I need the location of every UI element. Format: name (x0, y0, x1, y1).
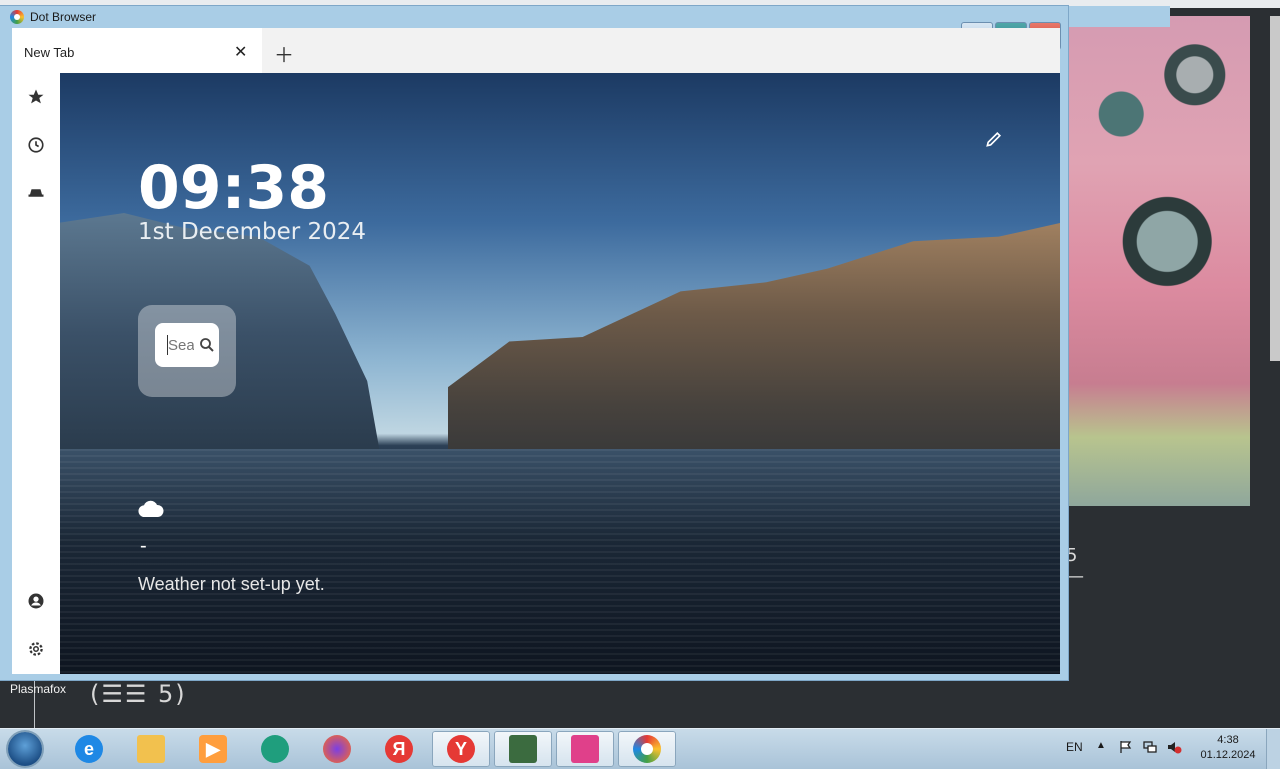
yandex-icon: Я (385, 735, 413, 763)
taskbar-explorer[interactable] (122, 731, 180, 767)
volume-muted-icon[interactable] (1166, 739, 1182, 755)
ie-icon: e (75, 735, 103, 763)
window-title: Dot Browser (30, 10, 97, 24)
clock-time: 4:38 (1217, 734, 1239, 746)
background-cliff-right (448, 223, 1060, 451)
firefox-icon (323, 735, 351, 763)
background-text: 5 — (1066, 545, 1084, 587)
clock-date: 1st December 2024 (138, 219, 367, 245)
network-icon[interactable] (1142, 739, 1158, 755)
clock-time: 09:38 (138, 153, 329, 223)
media-player-icon: ▶ (199, 735, 227, 763)
tab-label: New Tab (24, 45, 75, 60)
language-indicator[interactable]: EN (1066, 740, 1083, 754)
explorer-icon (137, 735, 165, 763)
taskbar-ie[interactable]: e (60, 731, 118, 767)
search-widget (138, 305, 236, 397)
taskbar-yandex-browser[interactable]: Y (432, 731, 490, 767)
incognito-icon[interactable] (26, 183, 46, 203)
globe-app-icon (261, 735, 289, 763)
search-icon[interactable] (198, 336, 216, 354)
browser-inner: New Tab ✕ ＋ 09:38 1st December 2024 Sear… (12, 28, 1060, 674)
dot-browser-icon (10, 10, 24, 24)
tab-bar: New Tab ✕ ＋ (12, 28, 1060, 73)
new-tab-page: 09:38 1st December 2024 - Weather not se… (60, 73, 1060, 674)
system-clock[interactable]: 4:38 01.12.2024 (1196, 733, 1260, 763)
taskbar-dot-browser[interactable] (618, 731, 676, 767)
taskbar: e ▶ Я Y EN ▲ 4:38 01.12.2024 (0, 728, 1280, 769)
system-tray (1118, 739, 1182, 755)
taskbar-firefox[interactable] (308, 731, 366, 767)
account-icon[interactable] (26, 591, 46, 611)
tray-expand-icon[interactable]: ▲ (1096, 740, 1106, 751)
desktop-label[interactable]: Plasmafox (10, 682, 66, 696)
background-artwork (1066, 16, 1250, 506)
dot-browser-icon (633, 735, 661, 763)
background-window[interactable] (1066, 16, 1250, 506)
desktop-widget-icon[interactable]: (☰☰ 5) (90, 680, 187, 708)
search-input[interactable] (167, 335, 194, 355)
settings-icon[interactable] (26, 639, 46, 659)
new-tab-button[interactable]: ＋ (274, 39, 294, 68)
browser-window: Dot Browser — □ ✕ New Tab ✕ ＋ (0, 6, 1068, 680)
sidebar (12, 73, 60, 674)
titlebar[interactable]: Dot Browser (0, 6, 1068, 28)
background-sea (60, 449, 1060, 674)
background-window-edge (1270, 16, 1280, 361)
edit-icon[interactable] (984, 129, 1004, 149)
titlebar-extension (1068, 6, 1170, 27)
star-icon[interactable] (26, 87, 46, 107)
taskbar-globe-app[interactable] (246, 731, 304, 767)
taskbar-terminal[interactable] (494, 731, 552, 767)
taskbar-pink-app[interactable] (556, 731, 614, 767)
weather-value: - (140, 535, 147, 557)
weather-status: Weather not set-up yet. (138, 574, 325, 594)
history-icon[interactable] (26, 135, 46, 155)
flag-icon[interactable] (1118, 739, 1134, 755)
clock-date: 01.12.2024 (1200, 749, 1256, 761)
terminal-icon (509, 735, 537, 763)
tab-new-tab[interactable]: New Tab ✕ (12, 28, 262, 73)
cloud-icon (138, 500, 164, 517)
search-box (155, 323, 219, 367)
start-button[interactable] (8, 732, 42, 766)
yandex-browser-icon: Y (447, 735, 475, 763)
show-desktop-button[interactable] (1266, 729, 1280, 769)
taskbar-yandex[interactable]: Я (370, 731, 428, 767)
taskbar-media-player[interactable]: ▶ (184, 731, 242, 767)
pink-app-icon (571, 735, 599, 763)
tab-close-icon[interactable]: ✕ (234, 42, 247, 62)
